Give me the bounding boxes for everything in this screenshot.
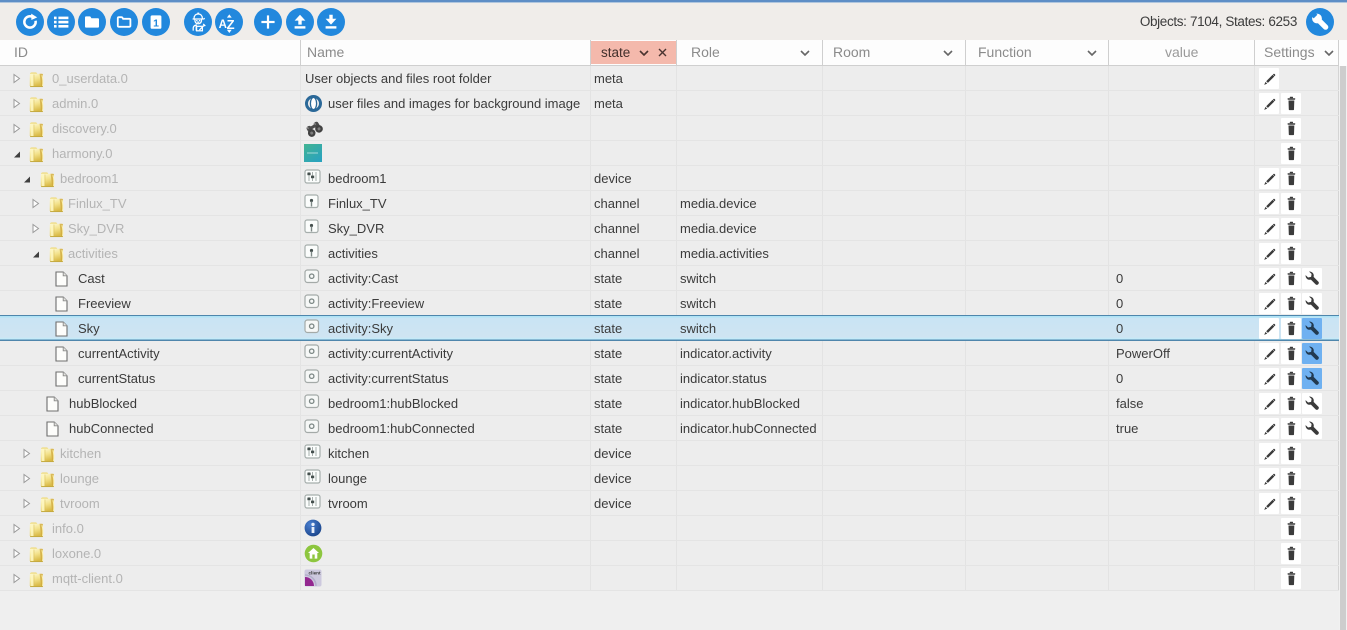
svg-text:1: 1 xyxy=(153,17,159,29)
svg-text:client: client xyxy=(309,571,321,576)
svg-text:Z: Z xyxy=(227,17,235,32)
